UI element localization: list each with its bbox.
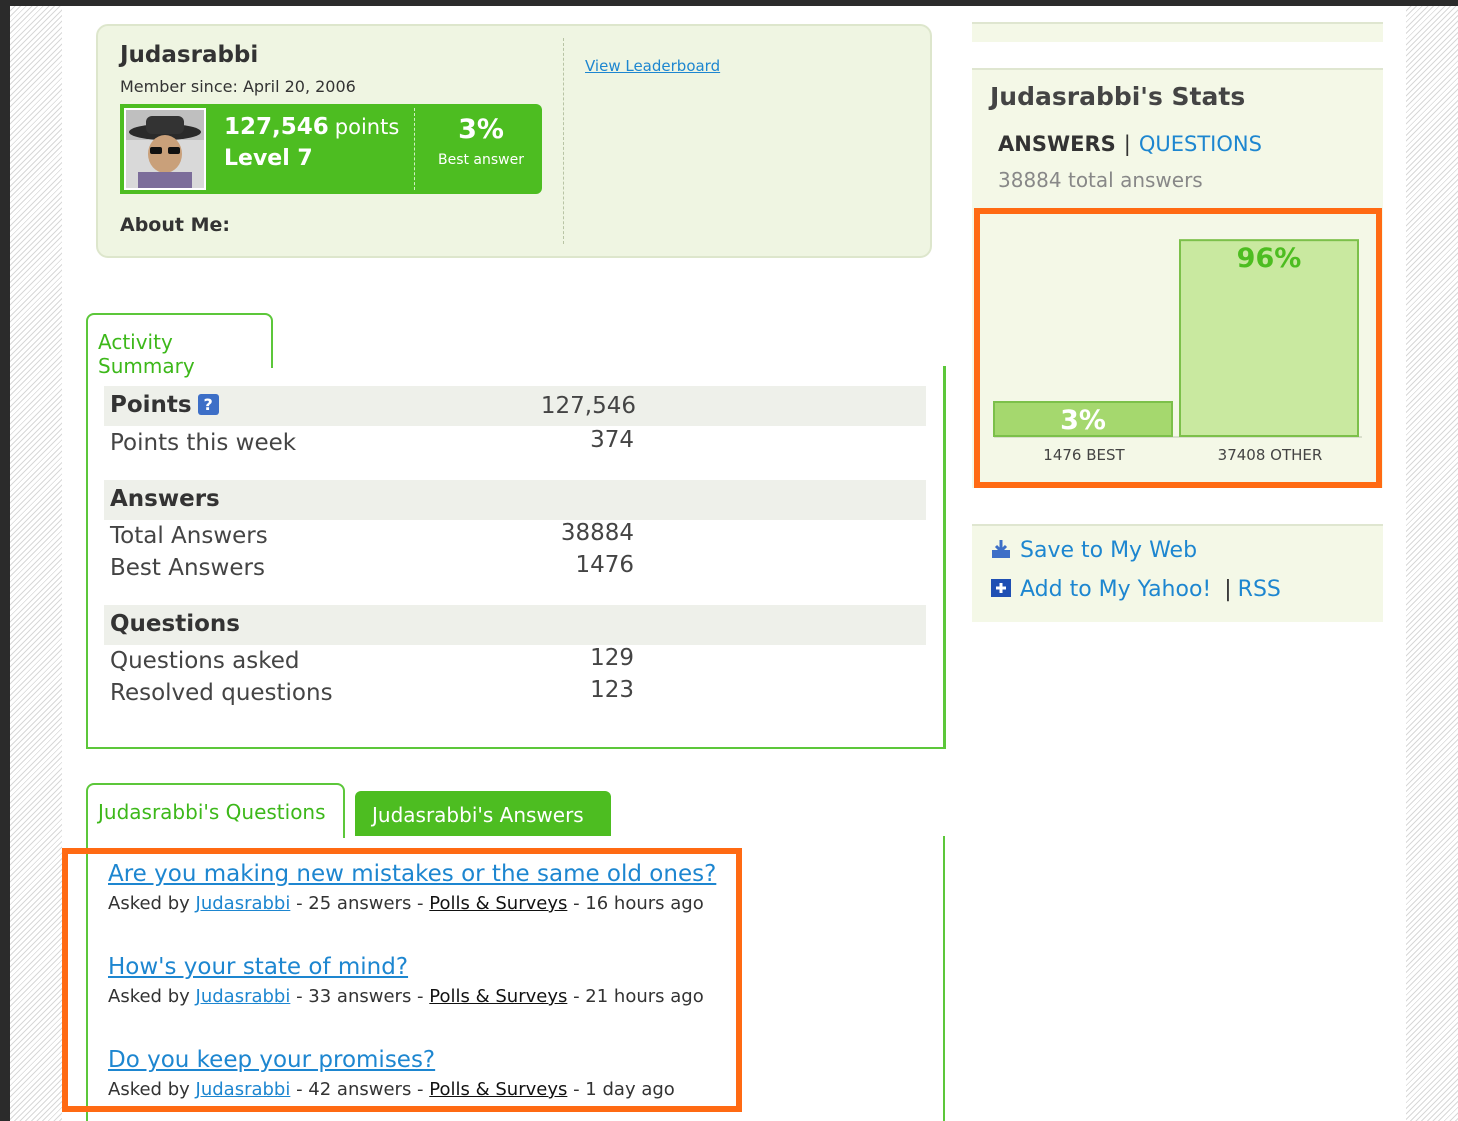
add-to-yahoo-row: Add to My Yahoo! | RSS (990, 577, 1281, 602)
rss-link[interactable]: RSS (1238, 577, 1281, 602)
questions-highlight-box (62, 848, 742, 1112)
points-week-value: 374 (590, 427, 634, 453)
stats-tab-questions[interactable]: QUESTIONS (1139, 132, 1262, 156)
questions-asked-label: Questions asked (110, 648, 300, 674)
points-value: 127,546 (224, 114, 329, 140)
points-week-label: Points this week (110, 430, 297, 456)
points-divider (414, 108, 415, 190)
questions-panel-right-border (943, 836, 945, 1121)
questions-asked-value: 129 (590, 645, 634, 671)
save-to-web-row[interactable]: Save to My Web (990, 538, 1197, 563)
stats-tab-separator: | (1123, 132, 1131, 156)
avatar-image (126, 110, 204, 188)
profile-name: Judasrabbi (120, 42, 259, 68)
tab-activity-summary[interactable]: Activity Summary (86, 313, 273, 378)
share-links-box: Save to My Web Add to My Yahoo! | RSS (972, 524, 1383, 622)
questions-section-header: Questions (104, 605, 926, 645)
about-me-label: About Me: (120, 214, 230, 236)
save-icon (992, 540, 1010, 558)
right-column-top-bar (972, 22, 1383, 42)
points-box: 127,546 points Level 7 3% Best answer (120, 104, 542, 194)
resolved-questions-label: Resolved questions (110, 680, 333, 706)
total-answers-value: 38884 (560, 520, 634, 546)
link-separator: | (1224, 577, 1232, 602)
right-margin-pattern (1406, 6, 1458, 1121)
points-header: Points (110, 392, 192, 418)
add-plus-icon (991, 579, 1011, 597)
chart-highlight-box (974, 208, 1382, 488)
profile-card: Judasrabbi Member since: April 20, 2006 … (96, 24, 932, 258)
best-answers-value: 1476 (575, 552, 634, 578)
card-divider (563, 38, 564, 244)
tab-answers[interactable]: Judasrabbi's Answers (355, 791, 611, 836)
points-line: 127,546 points (224, 114, 399, 140)
best-answers-label: Best Answers (110, 555, 265, 581)
tab-questions[interactable]: Judasrabbi's Questions (86, 783, 345, 838)
stats-tab-answers[interactable]: ANSWERS (998, 132, 1116, 156)
left-margin-pattern (10, 6, 62, 1121)
stats-title: Judasrabbi's Stats (990, 82, 1246, 111)
best-answer-percent: 3% (458, 114, 504, 145)
best-answer-label: Best answer (437, 152, 525, 168)
member-since: Member since: April 20, 2006 (120, 77, 356, 96)
add-to-yahoo-link[interactable]: Add to My Yahoo! (1020, 577, 1211, 602)
total-answers-caption: 38884 total answers (998, 168, 1203, 192)
stats-tabs: ANSWERS | QUESTIONS (998, 132, 1262, 156)
level-label: Level 7 (224, 146, 313, 171)
save-to-web-link[interactable]: Save to My Web (1020, 538, 1197, 563)
avatar[interactable] (124, 108, 206, 190)
resolved-questions-value: 123 (590, 677, 634, 703)
view-leaderboard-link[interactable]: View Leaderboard (585, 57, 720, 75)
total-answers-label: Total Answers (110, 523, 268, 549)
help-icon[interactable]: ? (197, 394, 219, 415)
points-word: points (334, 115, 400, 139)
answers-section-header: Answers (104, 480, 926, 520)
points-total-value: 127,546 (540, 393, 636, 419)
stats-box: Judasrabbi's Stats ANSWERS | QUESTIONS 388… (972, 68, 1383, 208)
